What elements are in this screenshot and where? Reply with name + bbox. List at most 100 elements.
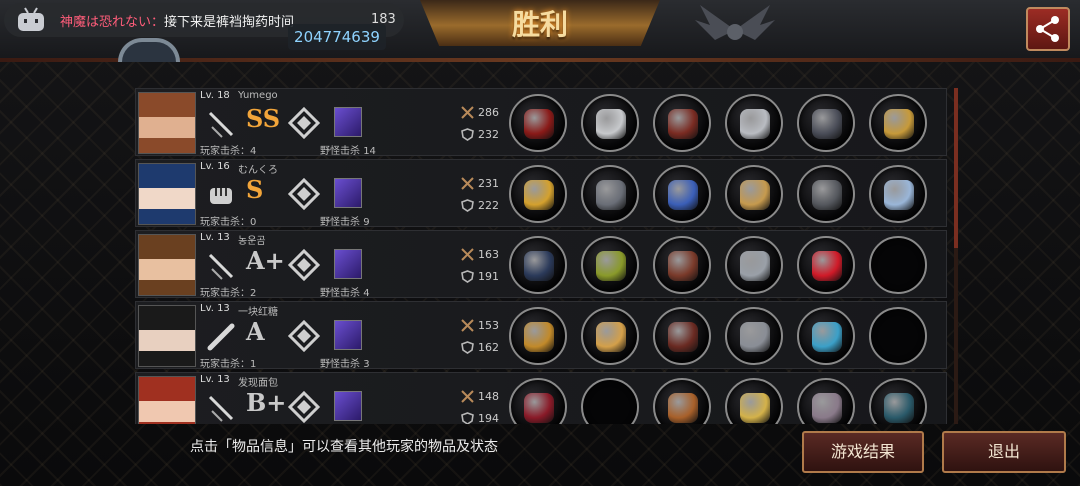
defense-icon xyxy=(461,341,474,354)
avatar[interactable] xyxy=(138,163,196,225)
item-icon xyxy=(884,180,914,210)
player-kills: 玩家击杀：2 xyxy=(200,288,257,299)
rank-grade: A+ xyxy=(246,246,285,275)
player-name: 一块红糖 xyxy=(238,307,278,318)
avatar[interactable] xyxy=(138,376,196,424)
diamond-icon xyxy=(288,249,320,281)
item-slot[interactable] xyxy=(509,165,567,223)
player-row[interactable]: Lv. 13 농운곰 A+ 玩家击杀：2 野怪击杀 4 163 191 xyxy=(135,230,947,299)
defense-value: 222 xyxy=(478,199,499,212)
item-slot[interactable] xyxy=(725,94,783,152)
item-slot[interactable] xyxy=(653,94,711,152)
monster-icon xyxy=(334,320,362,350)
game-result-button[interactable]: 游戏结果 xyxy=(802,431,924,473)
item-icon xyxy=(740,251,770,281)
item-icon xyxy=(668,393,698,423)
defense-value: 194 xyxy=(478,412,499,424)
monster-kills: 野怪击杀 14 xyxy=(320,146,376,157)
attack-icon xyxy=(461,106,474,119)
avatar[interactable] xyxy=(138,305,196,367)
item-slot[interactable] xyxy=(869,94,927,152)
item-slot[interactable] xyxy=(797,378,855,424)
item-slot[interactable] xyxy=(581,165,639,223)
item-slot[interactable] xyxy=(725,165,783,223)
item-icon xyxy=(668,109,698,139)
defense-value: 162 xyxy=(478,341,499,354)
bat-icon xyxy=(204,320,238,354)
player-name: 发现面包 xyxy=(238,378,278,389)
diamond-icon xyxy=(288,391,320,423)
results-panel[interactable]: Lv. 18 Yumego SS 玩家击杀：4 野怪击杀 14 286 232 Lv. 16 む… xyxy=(135,88,947,424)
item-icon xyxy=(884,109,914,139)
item-icon xyxy=(812,251,842,281)
empty-item-slot[interactable] xyxy=(869,236,927,294)
item-slot[interactable] xyxy=(725,307,783,365)
item-slot[interactable] xyxy=(869,378,927,424)
player-level: Lv. 13 xyxy=(200,232,230,243)
player-row[interactable]: Lv. 16 むんくろ S 玩家击杀：0 野怪击杀 9 231 222 xyxy=(135,159,947,228)
item-slot[interactable] xyxy=(869,165,927,223)
item-slot[interactable] xyxy=(653,307,711,365)
item-slot[interactable] xyxy=(509,94,567,152)
item-slot[interactable] xyxy=(797,307,855,365)
empty-item-slot[interactable] xyxy=(869,307,927,365)
item-icon xyxy=(524,180,554,210)
item-icon xyxy=(524,393,554,423)
item-slot[interactable] xyxy=(797,94,855,152)
item-icon xyxy=(812,180,842,210)
monster-icon xyxy=(334,391,362,421)
attack-value: 163 xyxy=(478,248,499,261)
item-slot[interactable] xyxy=(581,94,639,152)
player-row[interactable]: Lv. 13发现面包B+玩家击杀：野怪击杀 148194 xyxy=(135,372,947,424)
rank-grade: B+ xyxy=(246,388,287,417)
monster-kills: 野怪击杀 9 xyxy=(320,217,370,228)
attack-icon xyxy=(461,177,474,190)
player-kills: 玩家击杀：4 xyxy=(200,146,257,157)
rank-grade: A xyxy=(246,317,265,346)
attack-value: 153 xyxy=(478,319,499,332)
avatar[interactable] xyxy=(138,92,196,154)
item-icon xyxy=(668,251,698,281)
player-row[interactable]: Lv. 18 Yumego SS 玩家击杀：4 野怪击杀 14 286 232 xyxy=(135,88,947,157)
item-slot[interactable] xyxy=(797,236,855,294)
rank-grade: S xyxy=(246,175,264,204)
defense-icon xyxy=(461,412,474,424)
player-kills: 玩家击杀：1 xyxy=(200,359,257,370)
share-icon xyxy=(1036,16,1059,42)
scrollbar-thumb[interactable] xyxy=(954,88,958,248)
player-name: むんくろ xyxy=(238,165,278,176)
item-slot[interactable] xyxy=(581,307,639,365)
victory-title: 胜利 xyxy=(511,8,568,41)
chat-sender: 神魔は恐れない： xyxy=(60,14,165,30)
item-slot[interactable] xyxy=(725,236,783,294)
diamond-icon xyxy=(288,178,320,210)
player-row[interactable]: Lv. 13 一块红糖 A 玩家击杀：1 野怪击杀 3 153 162 xyxy=(135,301,947,370)
player-kills: 玩家击杀：0 xyxy=(200,217,257,228)
item-slot[interactable] xyxy=(581,236,639,294)
item-slot[interactable] xyxy=(509,378,567,424)
empty-item-slot[interactable] xyxy=(581,378,639,424)
attack-icon xyxy=(461,319,474,332)
item-icon xyxy=(812,109,842,139)
share-button[interactable] xyxy=(1026,7,1070,51)
exit-button[interactable]: 退出 xyxy=(942,431,1066,473)
item-slot[interactable] xyxy=(653,378,711,424)
item-slot[interactable] xyxy=(653,165,711,223)
item-slot[interactable] xyxy=(509,236,567,294)
sword-icon xyxy=(204,249,238,283)
chat-message: 接下来是裤裆掏药时间 xyxy=(164,14,295,30)
rank-grade: SS xyxy=(246,104,281,133)
avatar[interactable] xyxy=(138,234,196,296)
attack-icon xyxy=(461,390,474,403)
item-slot[interactable] xyxy=(509,307,567,365)
item-slot[interactable] xyxy=(725,378,783,424)
defense-icon xyxy=(461,128,474,141)
item-icon xyxy=(524,322,554,352)
defense-value: 232 xyxy=(478,128,499,141)
monster-icon xyxy=(334,107,362,137)
diamond-icon xyxy=(288,107,320,139)
item-slot[interactable] xyxy=(797,165,855,223)
monster-icon xyxy=(334,249,362,279)
sword-icon xyxy=(204,107,238,141)
item-slot[interactable] xyxy=(653,236,711,294)
